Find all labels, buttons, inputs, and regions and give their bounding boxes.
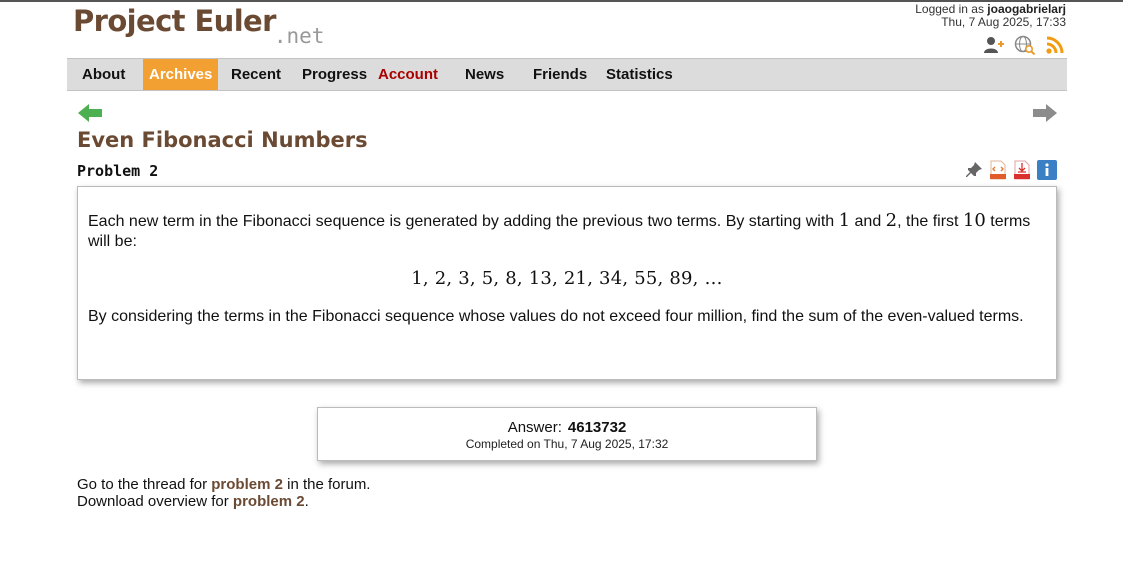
pdf-file-icon[interactable] <box>1013 160 1031 185</box>
fibonacci-sequence: 1, 2, 3, 5, 8, 13, 21, 34, 55, 89, … <box>411 268 723 289</box>
problem-number: Problem 2 <box>77 162 159 180</box>
next-problem-arrow-icon[interactable] <box>1032 102 1058 129</box>
completed-timestamp: Completed on Thu, 7 Aug 2025, 17:32 <box>465 437 669 451</box>
nav-statistics[interactable]: Statistics <box>606 59 673 90</box>
header-icon-bar <box>983 35 1067 56</box>
username[interactable]: joaogabrielarj <box>987 2 1066 16</box>
logged-in-label: Logged in as <box>915 2 984 16</box>
site-logo[interactable]: Project Euler.net <box>73 4 326 48</box>
answer-line: Answer: 4613732 <box>318 419 816 436</box>
problem-text-1: Each new term in the Fibonacci sequence … <box>88 211 1046 252</box>
rss-feed-icon[interactable] <box>1045 35 1067 55</box>
answer-box: Answer: 4613732 Completed on Thu, 7 Aug 2… <box>317 407 817 461</box>
problem-title: Even Fibonacci Numbers <box>77 128 368 152</box>
nav-archives[interactable]: Archives <box>143 59 219 90</box>
main-nav: About Archives Recent Progress Account N… <box>67 58 1067 91</box>
nav-about[interactable]: About <box>82 59 125 90</box>
download-overview-link[interactable]: problem 2 <box>233 493 305 510</box>
forum-thread-link[interactable]: problem 2 <box>211 476 283 493</box>
globe-search-icon[interactable] <box>1014 35 1036 56</box>
logo-suffix: .net <box>273 24 325 48</box>
user-info: Logged in as joaogabrielarj Thu, 7 Aug 2… <box>915 3 1066 29</box>
problem-text-segment: Each new term in the Fibonacci sequence … <box>88 213 839 230</box>
answer-value: 4613732 <box>567 419 627 436</box>
footer-text: Download overview for <box>77 493 233 510</box>
nav-progress[interactable]: Progress <box>302 59 367 90</box>
info-icon[interactable] <box>1037 160 1057 185</box>
problem-icon-bar <box>965 160 1057 185</box>
nav-news[interactable]: News <box>465 59 504 90</box>
html-file-icon[interactable] <box>989 160 1007 185</box>
math-value: 10 <box>962 210 986 231</box>
footer-text: in the forum. <box>282 476 371 493</box>
footer-links: Go to the thread for problem 2 in the fo… <box>77 476 370 510</box>
add-friend-icon[interactable] <box>983 35 1005 55</box>
current-datetime: Thu, 7 Aug 2025, 17:33 <box>941 15 1066 29</box>
nav-friends[interactable]: Friends <box>533 59 587 90</box>
nav-recent[interactable]: Recent <box>231 59 281 90</box>
problem-text-2: By considering the terms in the Fibonacc… <box>88 308 1024 325</box>
download-overview-line: Download overview for problem 2. <box>77 493 370 510</box>
previous-problem-arrow-icon[interactable] <box>77 102 103 129</box>
nav-account[interactable]: Account <box>378 59 438 90</box>
logo-title: Project Euler <box>73 4 276 38</box>
pin-icon[interactable] <box>965 161 983 184</box>
answer-label: Answer: <box>507 419 562 436</box>
footer-text: Go to the thread for <box>77 476 212 493</box>
footer-text: . <box>304 493 309 510</box>
problem-text-segment: , the first <box>897 213 963 230</box>
problem-text-segment: and <box>850 213 886 230</box>
math-value: 1 <box>838 210 851 231</box>
problem-content: Each new term in the Fibonacci sequence … <box>77 186 1057 380</box>
forum-thread-line: Go to the thread for problem 2 in the fo… <box>77 476 370 493</box>
math-value: 2 <box>885 210 898 231</box>
